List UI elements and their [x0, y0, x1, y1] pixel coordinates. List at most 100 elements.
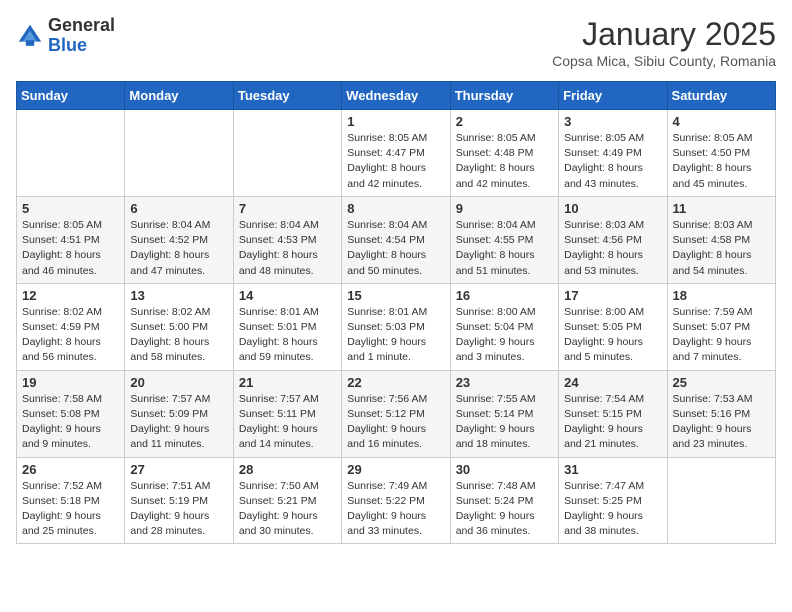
calendar-cell: [667, 457, 775, 544]
calendar-cell: 21Sunrise: 7:57 AM Sunset: 5:11 PM Dayli…: [233, 370, 341, 457]
day-info: Sunrise: 8:05 AM Sunset: 4:51 PM Dayligh…: [22, 218, 119, 279]
logo-icon: [16, 22, 44, 50]
calendar-cell: 13 Sunrise: 8:02 AM Sunset: 5:00 PM Dayli…: [125, 283, 233, 370]
day-info: Sunrise: 8:02 AM Sunset: 4:59 PM Dayligh…: [22, 305, 119, 366]
calendar-week-row: 5 Sunrise: 8:05 AM Sunset: 4:51 PM Daylig…: [17, 196, 776, 283]
day-info: Sunrise: 8:04 AM Sunset: 4:54 PM Dayligh…: [347, 218, 444, 279]
day-number: 14: [239, 288, 336, 303]
calendar-cell: 18 Sunrise: 7:59 AM Sunset: 5:07 PM Dayli…: [667, 283, 775, 370]
title-block: January 2025 Copsa Mica, Sibiu County, R…: [552, 16, 776, 69]
day-number: 8: [347, 201, 444, 216]
day-number: 12: [22, 288, 119, 303]
day-number: 3: [564, 114, 661, 129]
calendar-cell: 27Sunrise: 7:51 AM Sunset: 5:19 PM Dayli…: [125, 457, 233, 544]
calendar-cell: 10 Sunrise: 8:03 AM Sunset: 4:56 PM Dayli…: [559, 196, 667, 283]
logo-blue-text: Blue: [48, 36, 115, 56]
month-title: January 2025: [552, 16, 776, 53]
day-number: 19: [22, 375, 119, 390]
day-info: Sunrise: 8:00 AM Sunset: 5:04 PM Dayligh…: [456, 305, 553, 366]
calendar-cell: 15 Sunrise: 8:01 AM Sunset: 5:03 PM Dayli…: [342, 283, 450, 370]
day-number: 9: [456, 201, 553, 216]
calendar-cell: 8 Sunrise: 8:04 AM Sunset: 4:54 PM Daylig…: [342, 196, 450, 283]
weekday-header-wednesday: Wednesday: [342, 82, 450, 110]
calendar-cell: [233, 110, 341, 197]
calendar-cell: 25 Sunrise: 7:53 AM Sunset: 5:16 PM Dayli…: [667, 370, 775, 457]
day-number: 18: [673, 288, 770, 303]
day-number: 23: [456, 375, 553, 390]
calendar-cell: 22 Sunrise: 7:56 AM Sunset: 5:12 PM Dayli…: [342, 370, 450, 457]
calendar-cell: 7Sunrise: 8:04 AM Sunset: 4:53 PM Daylig…: [233, 196, 341, 283]
day-info: Sunrise: 8:04 AM Sunset: 4:55 PM Dayligh…: [456, 218, 553, 279]
day-number: 1: [347, 114, 444, 129]
calendar-cell: 23 Sunrise: 7:55 AM Sunset: 5:14 PM Dayli…: [450, 370, 558, 457]
day-info: Sunrise: 7:51 AM Sunset: 5:19 PM Dayligh…: [130, 479, 227, 540]
calendar-cell: [125, 110, 233, 197]
calendar-table: SundayMondayTuesdayWednesdayThursdayFrid…: [16, 81, 776, 544]
day-number: 6: [130, 201, 227, 216]
day-info: Sunrise: 8:00 AM Sunset: 5:05 PM Dayligh…: [564, 305, 661, 366]
page-header: General Blue January 2025 Copsa Mica, Si…: [16, 16, 776, 69]
calendar-week-row: 12 Sunrise: 8:02 AM Sunset: 4:59 PM Dayli…: [17, 283, 776, 370]
day-number: 24: [564, 375, 661, 390]
calendar-cell: 1 Sunrise: 8:05 AM Sunset: 4:47 PM Daylig…: [342, 110, 450, 197]
day-info: Sunrise: 8:05 AM Sunset: 4:48 PM Dayligh…: [456, 131, 553, 192]
calendar-cell: 31 Sunrise: 7:47 AM Sunset: 5:25 PM Dayli…: [559, 457, 667, 544]
day-info: Sunrise: 8:03 AM Sunset: 4:58 PM Dayligh…: [673, 218, 770, 279]
day-number: 31: [564, 462, 661, 477]
calendar-cell: 29 Sunrise: 7:49 AM Sunset: 5:22 PM Dayli…: [342, 457, 450, 544]
calendar-cell: 24 Sunrise: 7:54 AM Sunset: 5:15 PM Dayli…: [559, 370, 667, 457]
day-number: 29: [347, 462, 444, 477]
day-number: 11: [673, 201, 770, 216]
day-info: Sunrise: 7:50 AM Sunset: 5:21 PM Dayligh…: [239, 479, 336, 540]
day-info: Sunrise: 7:54 AM Sunset: 5:15 PM Dayligh…: [564, 392, 661, 453]
logo-general-text: General: [48, 16, 115, 36]
day-info: Sunrise: 8:05 AM Sunset: 4:49 PM Dayligh…: [564, 131, 661, 192]
day-number: 26: [22, 462, 119, 477]
day-number: 5: [22, 201, 119, 216]
weekday-header-saturday: Saturday: [667, 82, 775, 110]
day-info: Sunrise: 8:05 AM Sunset: 4:47 PM Dayligh…: [347, 131, 444, 192]
calendar-week-row: 19Sunrise: 7:58 AM Sunset: 5:08 PM Dayli…: [17, 370, 776, 457]
calendar-cell: 30Sunrise: 7:48 AM Sunset: 5:24 PM Dayli…: [450, 457, 558, 544]
weekday-header-row: SundayMondayTuesdayWednesdayThursdayFrid…: [17, 82, 776, 110]
day-info: Sunrise: 7:57 AM Sunset: 5:11 PM Dayligh…: [239, 392, 336, 453]
day-info: Sunrise: 7:59 AM Sunset: 5:07 PM Dayligh…: [673, 305, 770, 366]
day-number: 2: [456, 114, 553, 129]
day-info: Sunrise: 8:02 AM Sunset: 5:00 PM Dayligh…: [130, 305, 227, 366]
calendar-cell: 20 Sunrise: 7:57 AM Sunset: 5:09 PM Dayli…: [125, 370, 233, 457]
calendar-cell: 6 Sunrise: 8:04 AM Sunset: 4:52 PM Daylig…: [125, 196, 233, 283]
logo: General Blue: [16, 16, 115, 56]
calendar-cell: 4Sunrise: 8:05 AM Sunset: 4:50 PM Daylig…: [667, 110, 775, 197]
calendar-cell: 17Sunrise: 8:00 AM Sunset: 5:05 PM Dayli…: [559, 283, 667, 370]
weekday-header-thursday: Thursday: [450, 82, 558, 110]
calendar-cell: 19Sunrise: 7:58 AM Sunset: 5:08 PM Dayli…: [17, 370, 125, 457]
day-number: 10: [564, 201, 661, 216]
day-number: 15: [347, 288, 444, 303]
calendar-cell: 26Sunrise: 7:52 AM Sunset: 5:18 PM Dayli…: [17, 457, 125, 544]
day-number: 13: [130, 288, 227, 303]
weekday-header-monday: Monday: [125, 82, 233, 110]
calendar-cell: 16Sunrise: 8:00 AM Sunset: 5:04 PM Dayli…: [450, 283, 558, 370]
day-number: 20: [130, 375, 227, 390]
calendar-cell: 14Sunrise: 8:01 AM Sunset: 5:01 PM Dayli…: [233, 283, 341, 370]
day-info: Sunrise: 8:04 AM Sunset: 4:52 PM Dayligh…: [130, 218, 227, 279]
day-info: Sunrise: 7:49 AM Sunset: 5:22 PM Dayligh…: [347, 479, 444, 540]
calendar-week-row: 26Sunrise: 7:52 AM Sunset: 5:18 PM Dayli…: [17, 457, 776, 544]
weekday-header-tuesday: Tuesday: [233, 82, 341, 110]
subtitle: Copsa Mica, Sibiu County, Romania: [552, 53, 776, 69]
day-number: 25: [673, 375, 770, 390]
day-info: Sunrise: 7:56 AM Sunset: 5:12 PM Dayligh…: [347, 392, 444, 453]
calendar-cell: 12 Sunrise: 8:02 AM Sunset: 4:59 PM Dayli…: [17, 283, 125, 370]
day-info: Sunrise: 8:04 AM Sunset: 4:53 PM Dayligh…: [239, 218, 336, 279]
day-info: Sunrise: 8:01 AM Sunset: 5:03 PM Dayligh…: [347, 305, 444, 366]
day-number: 30: [456, 462, 553, 477]
day-info: Sunrise: 7:55 AM Sunset: 5:14 PM Dayligh…: [456, 392, 553, 453]
calendar-cell: 9 Sunrise: 8:04 AM Sunset: 4:55 PM Daylig…: [450, 196, 558, 283]
day-info: Sunrise: 8:03 AM Sunset: 4:56 PM Dayligh…: [564, 218, 661, 279]
day-info: Sunrise: 8:05 AM Sunset: 4:50 PM Dayligh…: [673, 131, 770, 192]
day-info: Sunrise: 7:47 AM Sunset: 5:25 PM Dayligh…: [564, 479, 661, 540]
day-info: Sunrise: 7:53 AM Sunset: 5:16 PM Dayligh…: [673, 392, 770, 453]
weekday-header-sunday: Sunday: [17, 82, 125, 110]
day-info: Sunrise: 7:57 AM Sunset: 5:09 PM Dayligh…: [130, 392, 227, 453]
day-number: 22: [347, 375, 444, 390]
